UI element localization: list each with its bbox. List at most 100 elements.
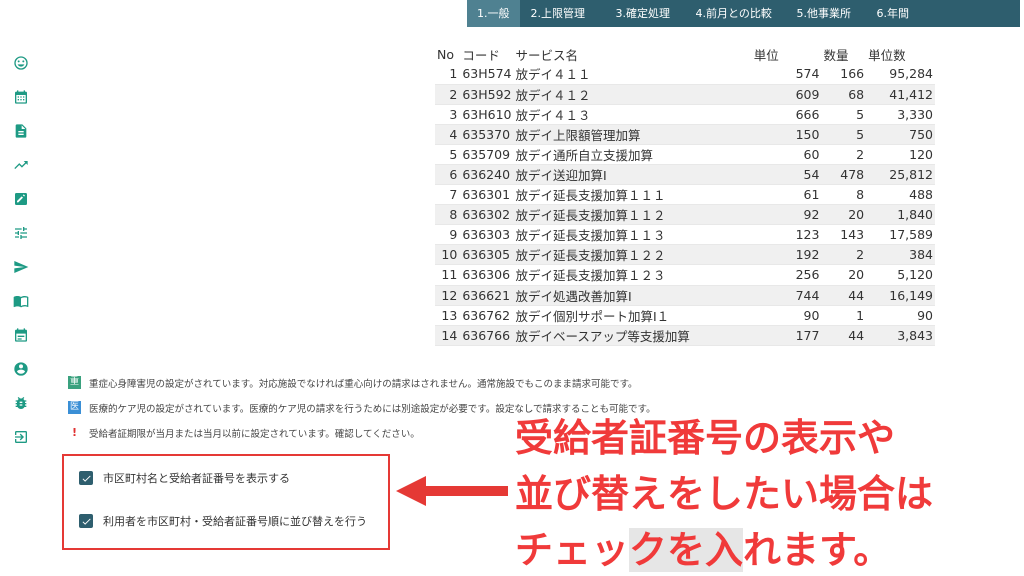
sort-by-municipality-checkbox-row[interactable]: 利用者を市区町村・受給者証番号順に並び替えを行う xyxy=(79,513,367,529)
cell-unit-count: 750 xyxy=(909,126,933,142)
calendar-icon[interactable] xyxy=(8,80,34,114)
table-row[interactable]: 4 635370 放デイ上限額管理加算 150 5 750 xyxy=(435,124,935,145)
cell-no: 2 xyxy=(449,86,458,102)
table-row[interactable]: 9 636303 放デイ延長支援加算１１３ 123 143 17,589 xyxy=(435,224,935,245)
cell-service-name: 放デイ延長支援加算１１３ xyxy=(515,228,666,244)
table-row[interactable]: 7 636301 放デイ延長支援加算１１１ 61 8 488 xyxy=(435,184,935,205)
event-icon[interactable] xyxy=(8,318,34,352)
account-icon[interactable] xyxy=(8,352,34,386)
cell-service-name: 放デイ４１１ xyxy=(515,67,591,83)
tab-other-office[interactable]: 5.他事業所 xyxy=(786,0,866,27)
cell-no: 7 xyxy=(449,187,458,203)
cell-service-name: 放デイ処遇改善加算Ⅰ xyxy=(515,288,632,304)
cell-service-name: 放デイ４１３ xyxy=(515,107,591,123)
cell-quantity: 68 xyxy=(848,86,865,102)
cell-no: 9 xyxy=(449,227,458,243)
sidebar xyxy=(8,46,34,454)
send-icon[interactable] xyxy=(8,250,34,284)
sort-by-municipality-checkbox[interactable] xyxy=(79,514,93,528)
cell-unit: 54 xyxy=(803,167,820,183)
cell-unit: 609 xyxy=(795,86,820,102)
tab-general[interactable]: 1.一般 xyxy=(467,0,520,27)
cell-quantity: 166 xyxy=(840,66,865,82)
cell-quantity: 1 xyxy=(856,307,865,323)
book-icon[interactable] xyxy=(8,284,34,318)
show-municipality-label: 市区町村名と受給者証番号を表示する xyxy=(103,472,290,485)
cell-quantity: 5 xyxy=(856,126,865,142)
tune-icon[interactable] xyxy=(8,216,34,250)
cell-code: 636621 xyxy=(462,287,511,303)
table-header-row: No コード サービス名 単位 数量 単位数 xyxy=(435,44,935,64)
cell-code: 636302 xyxy=(462,207,511,223)
cell-unit: 123 xyxy=(795,227,820,243)
table-row[interactable]: 12 636621 放デイ処遇改善加算Ⅰ 744 44 16,149 xyxy=(435,285,935,306)
sort-by-municipality-label: 利用者を市区町村・受給者証番号順に並び替えを行う xyxy=(103,515,367,528)
cell-unit-count: 5,120 xyxy=(897,267,933,283)
edit-icon[interactable] xyxy=(8,182,34,216)
col-header-unit: 単位 xyxy=(753,47,779,63)
cell-code: 635709 xyxy=(462,146,511,162)
document-icon[interactable] xyxy=(8,114,34,148)
notice-text: 受給者証期限が当月または当月以前に設定されています。確認してください。 xyxy=(89,428,420,440)
table-row[interactable]: 3 63H610 放デイ４１３ 666 5 3,330 xyxy=(435,104,935,125)
cell-unit-count: 95,284 xyxy=(889,66,933,82)
notice-text: 重症心身障害児の設定がされています。対応施設でなければ重心向けの請求はされません… xyxy=(89,378,638,390)
table-row[interactable]: 13 636762 放デイ個別サポート加算Ⅰ１ 90 1 90 xyxy=(435,305,935,326)
cell-unit-count: 41,412 xyxy=(889,86,933,102)
check-icon xyxy=(82,475,91,482)
cell-unit: 574 xyxy=(795,66,820,82)
logout-icon[interactable] xyxy=(8,420,34,454)
cell-code: 636301 xyxy=(462,187,511,203)
cell-no: 1 xyxy=(449,66,458,82)
cell-unit-count: 384 xyxy=(909,247,933,263)
table-row[interactable]: 10 636305 放デイ延長支援加算１２２ 192 2 384 xyxy=(435,244,935,265)
callout-line-3c: れます。 xyxy=(743,528,892,572)
cell-unit: 192 xyxy=(795,247,820,263)
bug-icon[interactable] xyxy=(8,386,34,420)
table-row[interactable]: 11 636306 放デイ延長支援加算１２３ 256 20 5,120 xyxy=(435,264,935,286)
cell-no: 13 xyxy=(441,307,458,323)
table-row[interactable]: 6 636240 放デイ送迎加算Ⅰ 54 478 25,812 xyxy=(435,164,935,185)
cell-no: 12 xyxy=(441,287,458,303)
cell-code: 636766 xyxy=(462,327,511,343)
table-row[interactable]: 14 636766 放デイベースアップ等支援加算 177 44 3,843 xyxy=(435,325,935,346)
severe-disability-badge-icon: 重 xyxy=(68,376,81,389)
cell-quantity: 44 xyxy=(848,287,865,303)
cell-unit: 666 xyxy=(795,106,820,122)
cell-service-name: 放デイ延長支援加算１１２ xyxy=(515,208,666,224)
cell-code: 63H610 xyxy=(462,106,512,122)
table-row[interactable]: 5 635709 放デイ通所自立支援加算 60 2 120 xyxy=(435,144,935,165)
table-row[interactable]: 8 636302 放デイ延長支援加算１１２ 92 20 1,840 xyxy=(435,204,935,225)
table-row[interactable]: 1 63H574 放デイ４１１ 574 166 95,284 xyxy=(435,64,935,85)
table-row[interactable]: 2 63H592 放デイ４１２ 609 68 41,412 xyxy=(435,84,935,105)
cell-unit: 177 xyxy=(795,327,820,343)
left-arrow-icon xyxy=(396,476,508,506)
cell-no: 3 xyxy=(449,106,458,122)
cell-no: 11 xyxy=(441,267,458,283)
cell-no: 5 xyxy=(449,146,458,162)
col-header-code: コード xyxy=(462,47,500,63)
cell-unit-count: 1,840 xyxy=(897,207,933,223)
cell-unit: 150 xyxy=(795,126,820,142)
col-header-unit-count: 単位数 xyxy=(868,47,906,63)
cell-service-name: 放デイベースアップ等支援加算 xyxy=(515,328,690,344)
show-municipality-checkbox-row[interactable]: 市区町村名と受給者証番号を表示する xyxy=(79,470,290,486)
cell-code: 636240 xyxy=(462,167,511,183)
tab-limit-management[interactable]: 2.上限管理 xyxy=(520,0,605,27)
cell-quantity: 5 xyxy=(856,106,865,122)
tab-confirm-process[interactable]: 3.確定処理 xyxy=(605,0,685,27)
smiley-icon[interactable] xyxy=(8,46,34,80)
cell-no: 10 xyxy=(441,247,458,263)
cell-unit-count: 16,149 xyxy=(889,287,933,303)
trending-icon[interactable] xyxy=(8,148,34,182)
cell-unit-count: 90 xyxy=(917,307,933,323)
tab-annual[interactable]: 6.年間 xyxy=(866,0,910,27)
medical-care-badge-icon: 医 xyxy=(68,401,81,414)
cell-quantity: 20 xyxy=(848,207,865,223)
cell-no: 6 xyxy=(449,167,458,183)
show-municipality-checkbox[interactable] xyxy=(79,471,93,485)
cell-no: 4 xyxy=(449,126,458,142)
cell-quantity: 2 xyxy=(856,247,865,263)
cell-quantity: 20 xyxy=(848,267,865,283)
tab-compare-prev-month[interactable]: 4.前月との比較 xyxy=(685,0,786,27)
